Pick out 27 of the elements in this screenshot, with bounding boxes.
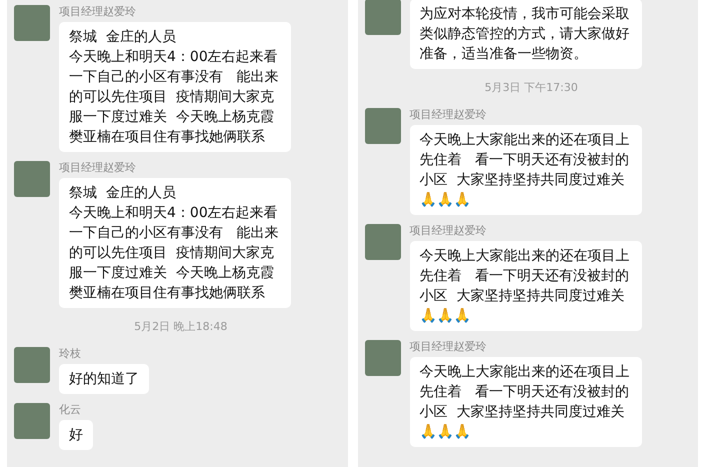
message-text: 今天晚上大家能出来的还在项目上先住着 看一下明天还有没被封的小区 大家坚持坚持共同度过难关🙏🙏🙏 <box>420 130 630 210</box>
sender-name: 玲枝 <box>59 346 81 360</box>
message-text: 今天晚上和明天4：00左右起来看一下自己的小区有事没有 能出来的可以先住项目 疫情期间大家克服一下度过难关 今天晚上杨克霞樊亚楠在项目住有事找她俩联系 <box>69 48 280 147</box>
avatar-photo-placeholder <box>14 402 50 438</box>
sender-name: 项目经理赵爱玲 <box>410 340 486 354</box>
message-text: 今天晚上和明天4：00左右起来看一下自己的小区有事没有 能出来的可以先住项目 疫情期间大家克服一下度过难关 今天晚上杨克霞樊亚楠在项目住有事找她俩联系 <box>69 204 280 303</box>
avatar-photo-placeholder <box>14 5 50 41</box>
avatar-photo-placeholder <box>14 161 50 197</box>
avatar-photo-placeholder <box>14 346 50 382</box>
message-text: 好 <box>69 426 83 444</box>
sender-name: 项目经理赵爱玲 <box>410 108 486 122</box>
message-text: 今天晚上大家能出来的还在项目上先住着 看一下明天还有没被封的小区 大家坚持坚持共同度过难关🙏🙏🙏 <box>420 362 630 442</box>
avatar-photo-placeholder <box>364 108 400 144</box>
sender-name: 项目经理赵爱玲 <box>59 161 136 175</box>
message-text: 为应对本轮疫情，我市可能会采取类似静态管控的方式，请大家做好准备，适当准备一些物资。 <box>420 5 630 64</box>
sender-name: 项目经理赵爱玲 <box>410 224 486 238</box>
sender-name: 化云 <box>59 402 81 416</box>
avatar-photo-placeholder <box>364 224 400 260</box>
message-text: 祭城 金庄的人员 <box>69 28 177 47</box>
timestamp: 5月3日 下午17:30 <box>484 80 578 96</box>
avatar-photo-placeholder <box>364 340 400 376</box>
timestamp: 5月2日 晚上18:48 <box>134 319 228 335</box>
message-text: 今天晚上大家能出来的还在项目上先住着 看一下明天还有没被封的小区 大家坚持坚持共同度过难关🙏🙏🙏 <box>420 246 630 326</box>
message-text: 好的知道了 <box>69 370 139 388</box>
sender-name: 项目经理赵爱玲 <box>59 5 136 19</box>
message-text: 祭城 金庄的人员 <box>69 184 177 203</box>
avatar-photo-placeholder <box>364 0 400 35</box>
